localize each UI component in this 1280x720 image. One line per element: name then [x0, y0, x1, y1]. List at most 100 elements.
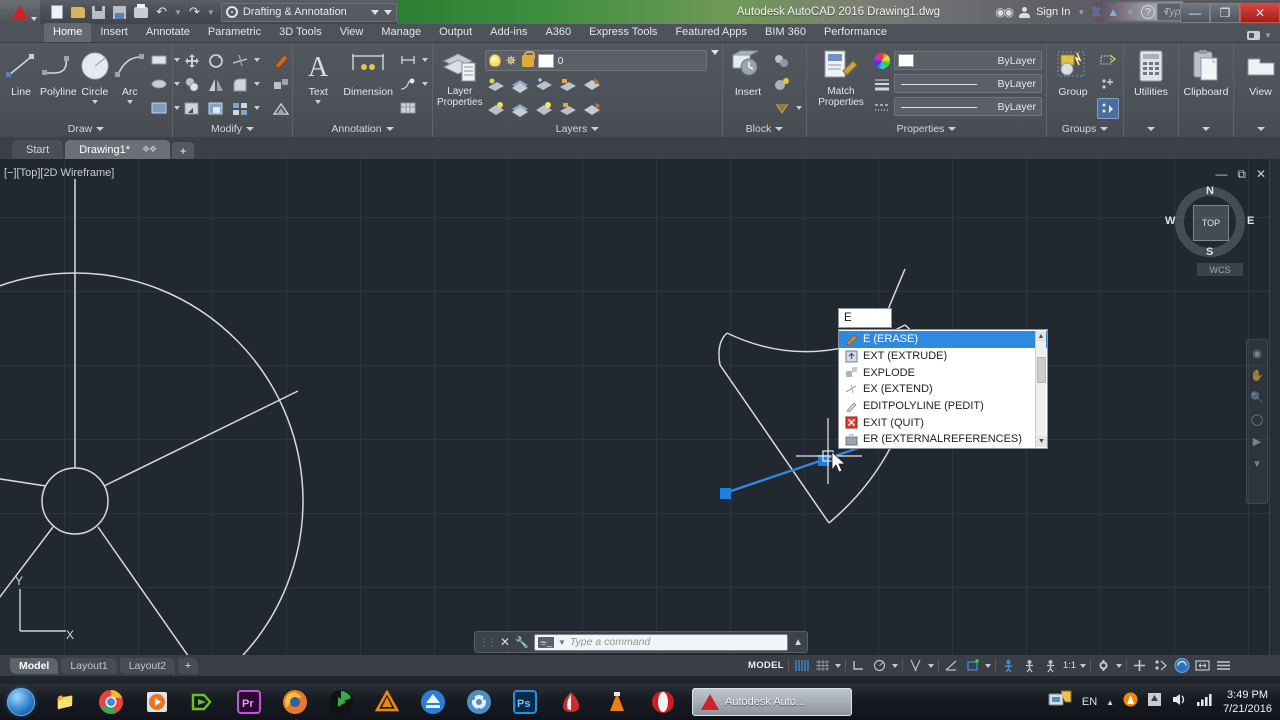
- help-dropdown-icon[interactable]: ▼: [1162, 8, 1170, 17]
- ribbon-tab-bim-360[interactable]: BIM 360: [756, 23, 815, 42]
- layer-off-icon[interactable]: [485, 74, 507, 95]
- signal-icon[interactable]: [1196, 692, 1214, 712]
- layer-unisolate-icon[interactable]: [509, 98, 531, 119]
- polar-dropdown-icon[interactable]: [891, 663, 898, 668]
- layer-lock-icon[interactable]: [557, 74, 579, 95]
- create-block-icon[interactable]: [771, 50, 793, 71]
- taskbar-item-pdf-reader[interactable]: [548, 685, 594, 719]
- sign-in-dropdown-icon[interactable]: ▼: [1077, 8, 1085, 17]
- open-icon[interactable]: [69, 4, 86, 21]
- new-layout-button[interactable]: +: [178, 657, 199, 674]
- autocomplete-item-erase[interactable]: E (ERASE): [839, 331, 1047, 348]
- panel-title-layers[interactable]: Layers: [437, 121, 718, 137]
- draw-arc-dropdown-icon[interactable]: [126, 100, 133, 104]
- ribbon-tab-view[interactable]: View: [331, 23, 373, 42]
- annotation-scale-sync-icon[interactable]: [1042, 658, 1059, 674]
- draw-circle-button[interactable]: Circle: [79, 46, 111, 104]
- mirror-icon[interactable]: [205, 74, 227, 95]
- fillet-dropdown-icon[interactable]: [254, 82, 260, 86]
- autocomplete-item-extend[interactable]: EX (EXTEND): [839, 381, 1047, 398]
- layer-properties-button[interactable]: Layer Properties: [437, 46, 483, 108]
- application-menu-button[interactable]: [0, 0, 40, 24]
- object-snap-icon[interactable]: [907, 658, 924, 674]
- autodesk-360-icon[interactable]: ▲: [1107, 5, 1119, 19]
- erase-icon[interactable]: [270, 50, 292, 71]
- search-icon[interactable]: ◉◉: [995, 5, 1014, 19]
- draw-circle-dropdown-icon[interactable]: [91, 100, 98, 104]
- viewport-label[interactable]: [−][Top][2D Wireframe]: [4, 167, 114, 179]
- define-attributes-icon[interactable]: [771, 98, 793, 119]
- array-dropdown-icon[interactable]: [254, 106, 260, 110]
- layer-lock-icon[interactable]: [521, 50, 535, 67]
- hatch-icon[interactable]: [149, 98, 171, 119]
- scroll-down-icon[interactable]: ▼: [1036, 435, 1047, 447]
- copy-icon[interactable]: [181, 74, 203, 95]
- move-icon[interactable]: [181, 50, 203, 71]
- draw-arc-button[interactable]: Arc: [113, 46, 147, 104]
- ribbon-tab-express-tools[interactable]: Express Tools: [580, 23, 666, 42]
- chevron-up-icon[interactable]: ▲: [793, 637, 803, 648]
- ribbon-tab-featured-apps[interactable]: Featured Apps: [666, 23, 756, 42]
- autocomplete-item-pedit[interactable]: EDITPOLYLINE (PEDIT): [839, 398, 1047, 415]
- trim-dropdown-icon[interactable]: [254, 58, 260, 62]
- dynamic-ucs-icon[interactable]: [964, 658, 981, 674]
- autocomplete-item-externalreferences[interactable]: ER (EXTERNALREFERENCES): [839, 431, 1047, 448]
- view-cube-south-label[interactable]: S: [1206, 246, 1213, 258]
- zoom-icon[interactable]: 🔍: [1250, 390, 1265, 405]
- annotation-visibility-icon[interactable]: [1000, 658, 1017, 674]
- language-indicator[interactable]: EN: [1082, 696, 1097, 708]
- windows-start-orb-icon[interactable]: [0, 685, 42, 719]
- dynamic-ucs-dropdown-icon[interactable]: [984, 663, 991, 668]
- clipboard-button[interactable]: Clipboard: [1183, 46, 1229, 98]
- taskbar-item-file-explorer[interactable]: 📁: [42, 685, 88, 719]
- offset-icon[interactable]: [270, 98, 292, 119]
- linear-dim-dropdown-icon[interactable]: [422, 58, 428, 62]
- new-icon[interactable]: [48, 4, 65, 21]
- undo-dropdown-icon[interactable]: ▼: [174, 8, 182, 17]
- clock[interactable]: 3:49 PM 7/21/2016: [1223, 688, 1272, 716]
- annotation-text-button[interactable]: A Text: [297, 46, 339, 104]
- taskbar-item-opera[interactable]: [640, 685, 686, 719]
- command-line-close-icon[interactable]: ✕: [500, 635, 510, 649]
- doc-tab-drawing1[interactable]: Drawing1* ❖❖: [65, 140, 171, 159]
- wrench-icon[interactable]: 🔧: [515, 636, 529, 649]
- viewport-vertical-scrollbar[interactable]: [1269, 159, 1280, 655]
- maximize-button[interactable]: ❐: [1210, 2, 1240, 23]
- ribbon-tab-home[interactable]: Home: [44, 23, 92, 42]
- layer-color-icon[interactable]: [537, 53, 554, 68]
- account-icon[interactable]: [1019, 7, 1031, 18]
- annotation-scale-value[interactable]: 1:1: [1063, 660, 1076, 671]
- ribbon-tab-parametric[interactable]: Parametric: [199, 23, 270, 42]
- view-cube-east-label[interactable]: E: [1247, 215, 1254, 227]
- osnap-dropdown-icon[interactable]: [927, 663, 934, 668]
- linear-dim-icon[interactable]: [397, 50, 419, 71]
- lineweight-icon[interactable]: [873, 74, 891, 93]
- ribbon-tab-manage[interactable]: Manage: [372, 23, 430, 42]
- group-edit-icon[interactable]: [1097, 74, 1119, 95]
- layer-isolate-icon[interactable]: [509, 74, 531, 95]
- workspace-switching-icon[interactable]: [1095, 658, 1112, 674]
- layout-tab-model[interactable]: Model: [10, 657, 59, 674]
- view-cube[interactable]: TOP N S E W: [1162, 178, 1256, 264]
- save-icon[interactable]: [90, 4, 107, 21]
- panel-title-properties[interactable]: Properties: [811, 121, 1042, 137]
- panel-title-annotation[interactable]: Annotation: [297, 121, 428, 137]
- layer-freeze-icon[interactable]: [533, 74, 555, 95]
- layer-thaw-icon[interactable]: [533, 98, 555, 119]
- chevron-down-icon[interactable]: [370, 9, 379, 15]
- wcs-selector[interactable]: WCS: [1197, 263, 1243, 276]
- viewport-close-icon[interactable]: ✕: [1256, 167, 1266, 182]
- linetype-icon[interactable]: [873, 97, 891, 116]
- ungroup-icon[interactable]: [1097, 50, 1119, 71]
- panel-title-utilities[interactable]: [1128, 121, 1174, 137]
- show-hidden-icons-icon[interactable]: ▲: [1106, 698, 1114, 707]
- annotation-dimension-button[interactable]: Dimension: [341, 46, 395, 98]
- rectangle-icon[interactable]: [149, 50, 171, 71]
- taskbar-item-premiere-pro[interactable]: Pr: [226, 685, 272, 719]
- network-icon[interactable]: [1047, 688, 1073, 717]
- color-wheel-icon[interactable]: [873, 51, 891, 70]
- layer-unlock-icon[interactable]: [557, 98, 579, 119]
- hardware-acceleration-icon[interactable]: [1131, 658, 1148, 674]
- redo-icon[interactable]: ↷: [186, 4, 203, 21]
- utilities-button[interactable]: Utilities: [1128, 46, 1174, 98]
